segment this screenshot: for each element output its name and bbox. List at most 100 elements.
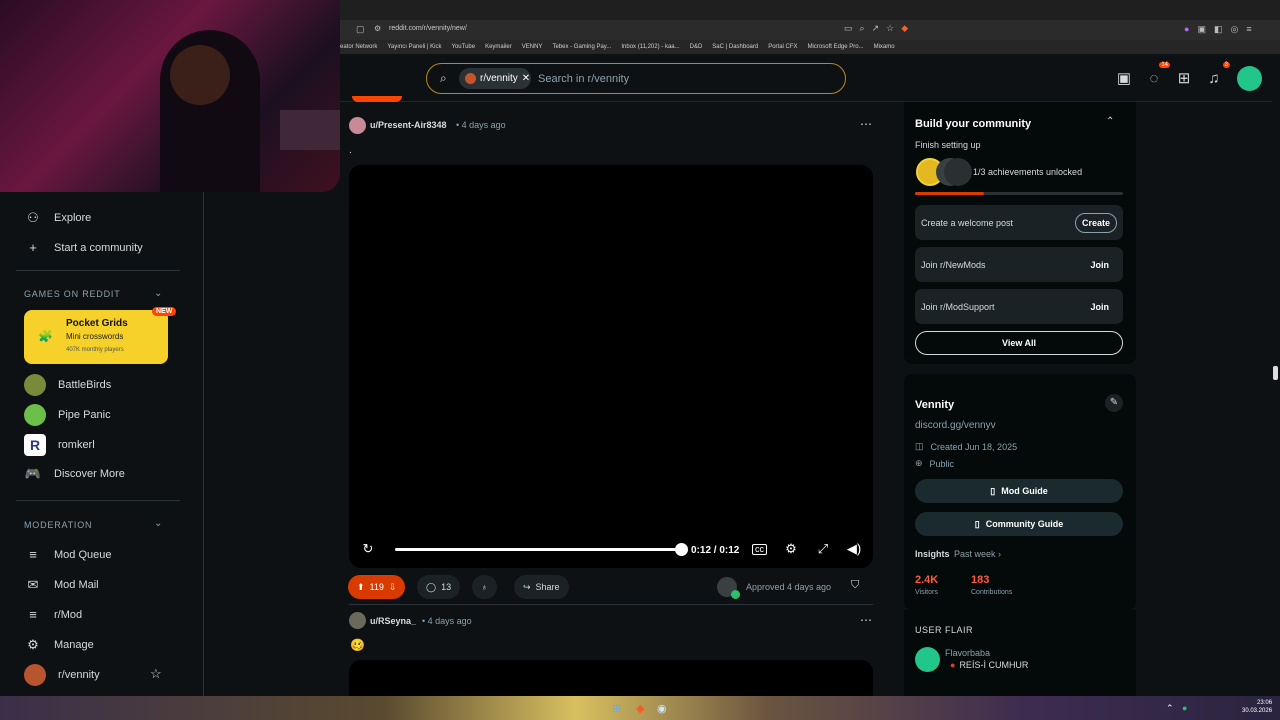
user-avatar[interactable] [1237, 66, 1262, 91]
tray-chevron-icon[interactable]: ⌃ [1166, 703, 1174, 714]
chat-icon[interactable]: ◌ 14 [1142, 62, 1170, 90]
brave-browser-icon[interactable]: ◆ [636, 702, 644, 715]
replay-icon[interactable]: ↻ [360, 541, 376, 557]
ad-icon[interactable]: ▣ [1112, 66, 1136, 90]
vpn-icon[interactable]: ◎ [1230, 24, 1238, 35]
create-button[interactable]: Create [1074, 212, 1117, 233]
shield-icon[interactable]: ◆ [901, 23, 908, 34]
video-player[interactable] [349, 660, 873, 696]
close-icon[interactable]: ✕ [522, 73, 530, 84]
wallet-icon[interactable]: ▣ [1197, 24, 1206, 35]
flair-text[interactable]: ● REİS-İ CUMHUR [950, 660, 1028, 670]
bookmark-item[interactable]: Microsoft Edge Pro... [808, 44, 864, 50]
game-pipe-panic[interactable]: Pipe Panic [24, 404, 111, 426]
url-text[interactable]: reddit.com/r/vennity/new/ [389, 25, 467, 32]
game-battlebirds[interactable]: BattleBirds [24, 374, 111, 396]
tray-app-icon[interactable]: ● [1182, 703, 1187, 713]
nav-label: Discover More [54, 468, 125, 480]
downvote-icon[interactable]: ⇩ [389, 582, 397, 593]
task-label: Create a welcome post [921, 217, 1014, 228]
user-avatar[interactable] [349, 612, 366, 629]
bookmark-item[interactable]: Tebex - Gaming Pay... [552, 44, 611, 50]
scrollbar-thumb[interactable] [1273, 366, 1278, 380]
bookmark-item[interactable]: SaC | Dashboard [712, 44, 758, 50]
desk-decor [280, 110, 340, 150]
bookmark-item[interactable]: eator Network [340, 44, 377, 50]
more-options-icon[interactable]: ⋯ [860, 117, 872, 131]
reader-icon[interactable]: ▭ [844, 23, 853, 34]
extension-icon[interactable]: ● [1184, 24, 1189, 35]
captions-icon[interactable]: cc [752, 544, 767, 555]
pocket-grids-players: 407K monthly players [66, 347, 124, 353]
r-mod[interactable]: ≡ r/Mod [24, 607, 82, 622]
game-romkerl[interactable]: R romkerl [24, 434, 95, 456]
bookmark-item[interactable]: Yayıncı Paneli | Kick [387, 44, 441, 50]
discover-more[interactable]: 🎮 Discover More [24, 466, 125, 482]
clock[interactable]: 23:06 30.03.2026 [1242, 699, 1272, 715]
chevron-down-icon[interactable]: ⌄ [154, 518, 162, 529]
video-progress-bar[interactable] [395, 548, 681, 551]
bell-icon[interactable]: ♫ 3 [1202, 62, 1230, 90]
favorite-icon[interactable]: ☆ [886, 23, 894, 34]
view-all-button[interactable]: View All [915, 331, 1123, 355]
join-button[interactable]: Join [1090, 260, 1117, 270]
address-bar[interactable] [340, 20, 1280, 40]
flair-avatar[interactable] [915, 647, 940, 672]
join-button[interactable]: Join [1090, 302, 1117, 312]
bookmark-icon[interactable]: ▢ [356, 24, 365, 35]
mod-mail[interactable]: ✉ Mod Mail [24, 577, 99, 593]
community-filter-chip[interactable]: r/vennity ✕ [459, 68, 531, 89]
manage[interactable]: ⚙ Manage [24, 637, 94, 653]
volume-icon[interactable]: ◀) [846, 541, 862, 557]
menu-icon[interactable]: ≡ [1246, 24, 1251, 35]
share-button[interactable]: ↪ Share [514, 575, 569, 599]
nav-start-community[interactable]: + Start a community [24, 240, 142, 255]
site-info-icon[interactable]: ⚙ [374, 24, 381, 33]
video-player[interactable] [349, 165, 873, 568]
post-author[interactable]: u/Present-Air8348 [370, 120, 447, 130]
create-post-icon[interactable]: ⊞ [1172, 66, 1196, 90]
comments-button[interactable]: ◯ 13 [417, 575, 461, 599]
windows-start-icon[interactable]: ⊞ [612, 702, 621, 715]
chevron-up-icon[interactable]: ⌃ [1106, 116, 1114, 127]
user-avatar[interactable] [349, 117, 366, 134]
video-progress-knob[interactable] [675, 543, 688, 556]
steam-icon[interactable]: ◉ [657, 702, 667, 715]
mod-shield-icon[interactable]: ⛉ [851, 579, 859, 592]
bookmark-item[interactable]: Keymailer [485, 44, 512, 50]
nav-explore[interactable]: ⚇ Explore [24, 210, 91, 226]
r-vennity[interactable]: r/vennity [24, 664, 100, 686]
list-icon: ≡ [29, 607, 37, 622]
mod-guide-button[interactable]: ▯ Mod Guide [915, 479, 1123, 503]
sidebar-toggle-icon[interactable]: ◧ [1214, 24, 1223, 35]
chevron-down-icon[interactable]: ⌄ [154, 288, 162, 299]
bookmark-item[interactable]: VENNY [522, 44, 543, 50]
bookmark-item[interactable]: D&D [690, 44, 703, 50]
games-section-title[interactable]: GAMES ON REDDIT [24, 289, 121, 299]
bookmark-item[interactable]: YouTube [452, 44, 476, 50]
romkerl-icon: R [24, 434, 46, 456]
settings-icon[interactable]: ⚙ [783, 541, 799, 557]
fullscreen-icon[interactable]: ⤢ [815, 541, 831, 557]
bookmark-item[interactable]: Inbox (11,202) - kaa... [621, 44, 679, 50]
mod-queue[interactable]: ≡ Mod Queue [24, 547, 111, 562]
upvote-icon[interactable]: ⬆ [357, 582, 365, 593]
edit-icon[interactable]: ✎ [1105, 394, 1123, 412]
search-input[interactable]: Search in r/vennity [538, 73, 629, 85]
award-button[interactable]: ♁ [472, 575, 497, 599]
post-author[interactable]: u/RSeyna_ [370, 616, 416, 626]
book-icon: ▯ [974, 518, 980, 529]
bookmark-item[interactable]: Mixamo [874, 44, 895, 50]
pocket-grids-card[interactable]: 🧩 Pocket Grids Mini crosswords 407K mont… [24, 310, 168, 364]
star-icon[interactable]: ☆ [150, 666, 162, 682]
past-week-dropdown[interactable]: Past week › [954, 549, 1001, 559]
more-options-icon[interactable]: ⋯ [860, 613, 872, 627]
gear-icon: ⚙ [27, 637, 39, 652]
post-body: 🥴 [350, 638, 365, 652]
task-label: Join r/NewMods [921, 259, 986, 270]
moderation-section-title[interactable]: MODERATION [24, 520, 92, 530]
community-guide-button[interactable]: ▯ Community Guide [915, 512, 1123, 536]
zoom-icon[interactable]: ⌕ [860, 23, 865, 34]
share-icon[interactable]: ↗ [872, 23, 880, 34]
bookmark-item[interactable]: Portal CFX [768, 44, 797, 50]
